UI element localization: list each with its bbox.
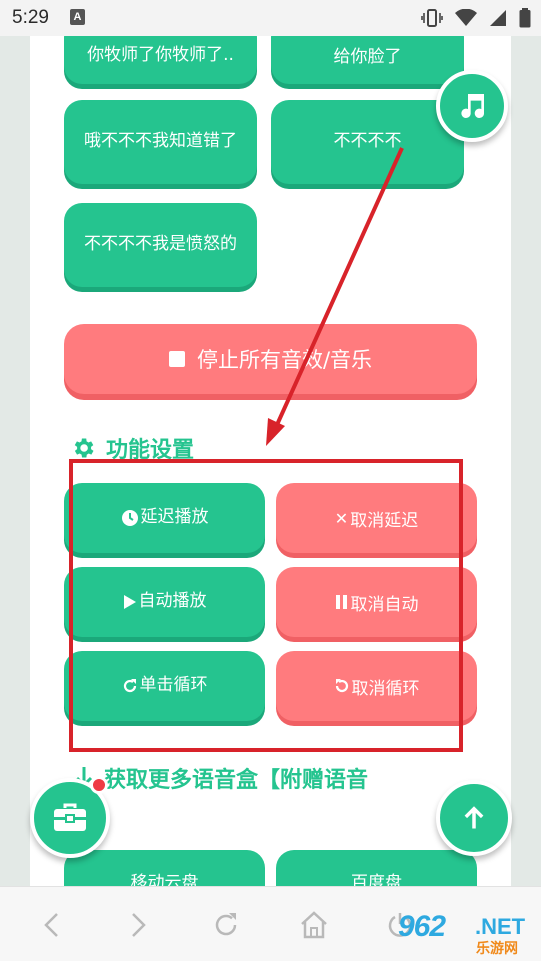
status-bar: 5:29 A	[0, 0, 541, 36]
watermark-suffix: .NET	[475, 914, 526, 939]
settings-section-title: 功能设置	[70, 432, 194, 464]
cancel-auto-button[interactable]: 取消自动	[276, 567, 477, 637]
redo-icon	[123, 679, 136, 693]
page-content: 你牧师了你牧师了.. 给你脸了 哦不不不我知道错了 不不不不 不不不不我是愤怒的…	[30, 36, 511, 886]
refresh-button[interactable]	[206, 905, 246, 945]
sound-button-label: 不不不不我是愤怒的	[84, 234, 237, 255]
x-icon: ✕	[334, 508, 349, 528]
undo-icon	[335, 679, 348, 693]
chevron-left-icon	[44, 913, 58, 937]
delay-play-label: 延迟播放	[140, 507, 209, 528]
sound-button-label: 给你脸了	[333, 47, 402, 68]
music-note-icon	[461, 94, 485, 118]
sound-button[interactable]: 不不不不我是愤怒的	[64, 203, 257, 287]
pause-icon	[335, 595, 347, 609]
auto-play-label: 自动播放	[138, 591, 207, 612]
stop-all-button[interactable]: 停止所有音效/音乐	[64, 324, 477, 394]
sound-button-label: 你牧师了你牧师了..	[87, 45, 234, 66]
vibrate-icon	[421, 9, 443, 27]
sound-button[interactable]: 你牧师了你牧师了..	[64, 36, 257, 84]
refresh-icon	[215, 913, 237, 936]
toolbox-icon	[54, 803, 86, 831]
gear-icon	[74, 438, 94, 458]
notification-badge	[90, 776, 108, 794]
click-loop-label: 单击循环	[139, 675, 208, 696]
more-title-text: 获取更多语音盒【附赠语音	[104, 768, 369, 793]
baidu-pan-button[interactable]: 百度盘	[276, 850, 477, 886]
watermark-logo: 962 .NET 乐游网	[398, 908, 538, 958]
cancel-delay-label: 取消延迟	[350, 510, 419, 531]
sound-button[interactable]: 不不不不	[271, 100, 464, 184]
back-to-top-fab[interactable]	[436, 780, 512, 856]
home-button[interactable]	[294, 905, 334, 945]
delay-play-button[interactable]: 延迟播放	[64, 483, 265, 553]
status-icons	[421, 8, 531, 28]
sound-button[interactable]: 给你脸了	[271, 36, 464, 84]
play-icon	[123, 595, 136, 609]
sound-button[interactable]: 哦不不不我知道错了	[64, 100, 257, 184]
forward-button[interactable]	[118, 905, 158, 945]
settings-title-text: 功能设置	[106, 438, 195, 463]
baidu-pan-label: 百度盘	[351, 873, 402, 886]
watermark-site: 乐游网	[476, 941, 518, 957]
signal-icon	[490, 10, 506, 26]
clock-icon	[121, 510, 138, 526]
mobile-cloud-button[interactable]: 移动云盘	[64, 850, 265, 886]
watermark-number: 962	[398, 910, 446, 943]
auto-play-button[interactable]: 自动播放	[64, 567, 265, 637]
sound-button-label: 不不不不	[333, 131, 402, 152]
status-time: 5:29	[12, 7, 49, 28]
battery-icon	[519, 8, 531, 28]
cancel-auto-label: 取消自动	[350, 594, 419, 615]
stop-icon	[168, 351, 185, 367]
cancel-delay-button[interactable]: ✕ 取消延迟	[276, 483, 477, 553]
sound-button-label: 哦不不不我知道错了	[84, 131, 237, 152]
wifi-icon	[455, 9, 477, 26]
chevron-right-icon	[132, 913, 146, 937]
more-section-title: 获取更多语音盒【附赠语音	[74, 762, 368, 794]
cancel-loop-button[interactable]: 取消循环	[276, 651, 477, 721]
stop-all-label: 停止所有音效/音乐	[196, 348, 373, 372]
back-button[interactable]	[32, 905, 72, 945]
arrow-up-icon	[464, 806, 484, 829]
notification-a-icon: A	[70, 9, 85, 25]
mobile-cloud-label: 移动云盘	[130, 873, 199, 886]
click-loop-button[interactable]: 单击循环	[64, 651, 265, 721]
music-fab[interactable]	[436, 70, 508, 142]
cancel-loop-label: 取消循环	[351, 678, 420, 699]
home-icon	[301, 911, 327, 939]
